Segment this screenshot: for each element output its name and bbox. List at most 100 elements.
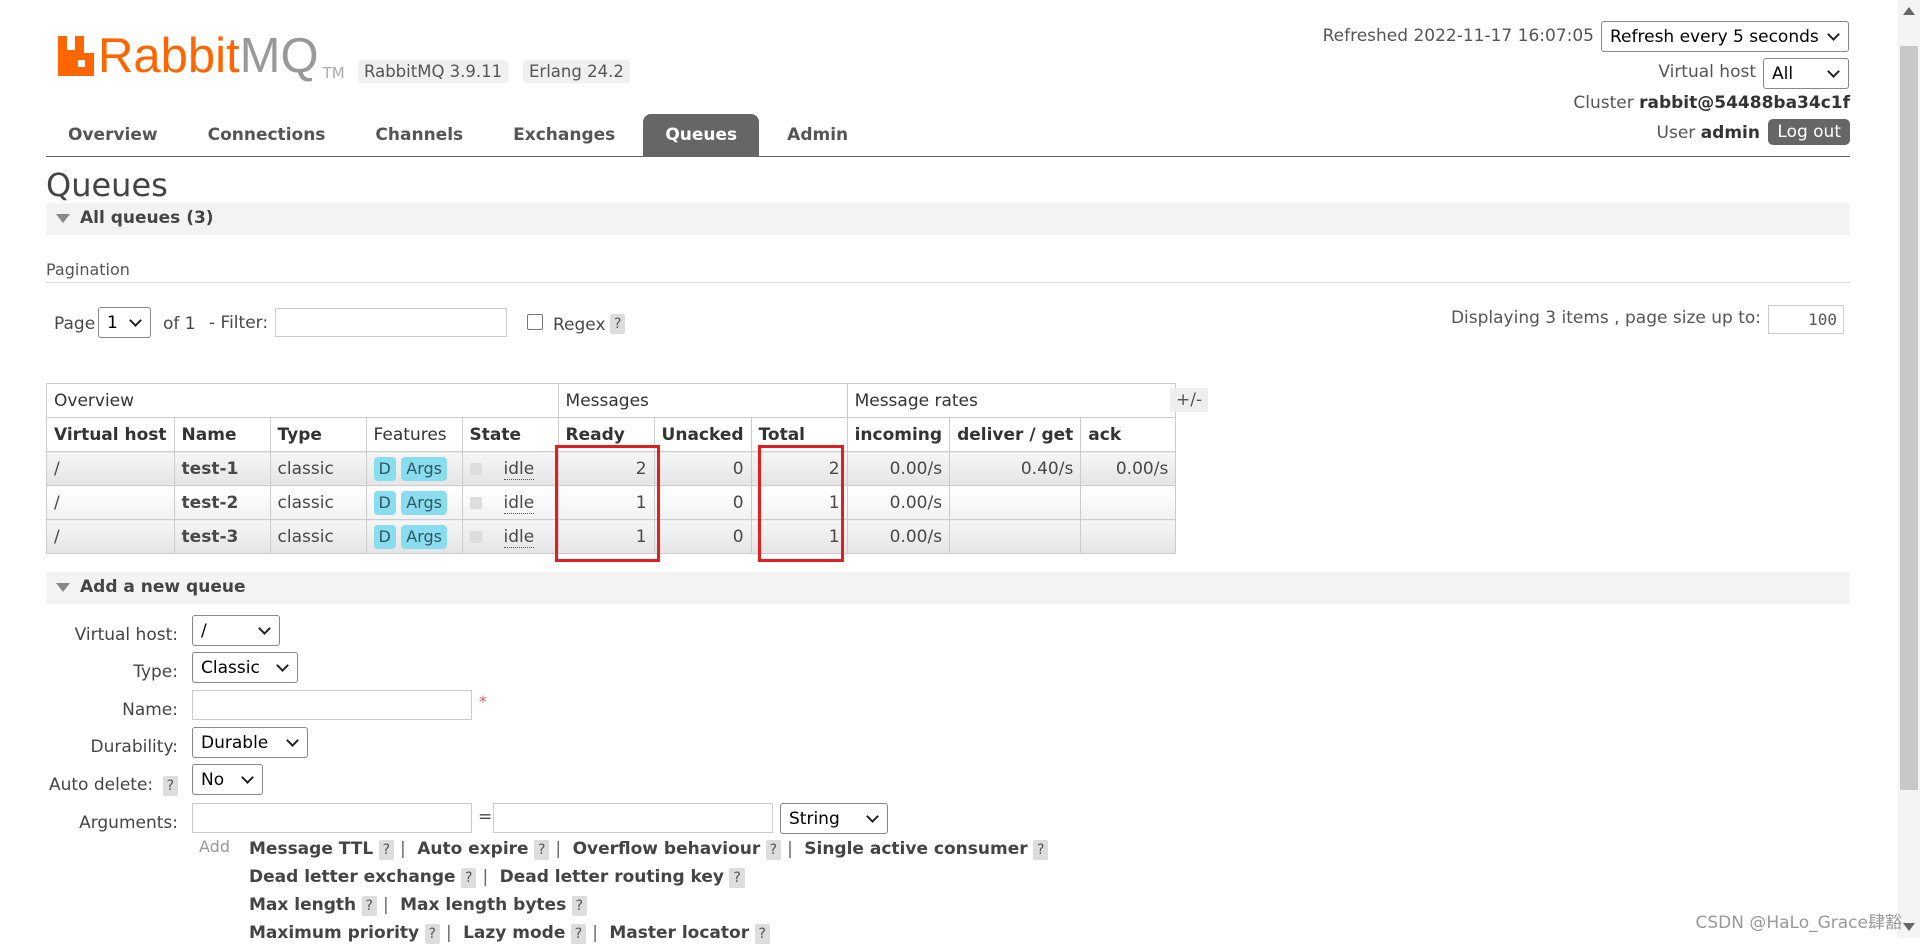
refresh-interval-select[interactable]: Refresh every 5 seconds [1601,21,1849,52]
feature-args-badge: Args [401,490,448,515]
cell-features: D Args [365,519,463,554]
refresh-interval-value: Refresh every 5 seconds [1610,27,1819,47]
page-title: Queues [46,166,168,204]
rabbitmq-logo[interactable]: Rabbit MQ TM [58,30,345,82]
page-scrollbar-thumb[interactable] [1900,46,1918,790]
arg-single-active-consumer-link[interactable]: Single active consumer [804,839,1027,859]
tab-overview[interactable]: Overview [46,114,180,156]
arg-master-locator-link[interactable]: Master locator [609,923,749,943]
auto-delete-help-icon[interactable]: ? [162,776,178,796]
arg-overflow-behaviour-link[interactable]: Overflow behaviour [573,839,761,859]
cell-type: classic [269,485,367,520]
argument-shortcuts-line-3: Max length ? | Max length bytes ? [249,895,588,916]
vhost-select[interactable]: / [192,615,280,646]
tab-channels[interactable]: Channels [353,114,485,156]
regex-checkbox[interactable] [527,314,543,330]
arg-dead-letter-routing-key-link[interactable]: Dead letter routing key [500,867,724,887]
cluster-name: rabbit@54488ba34c1f [1639,93,1850,113]
vhost-select-value: / [201,621,207,641]
add-queue-section-header[interactable]: Add a new queue [46,572,1850,604]
col-type[interactable]: Type [269,417,367,452]
tab-connections[interactable]: Connections [186,114,348,156]
arg-lazy-mode-link[interactable]: Lazy mode [463,923,565,943]
pagination-divider [46,282,1850,283]
help-icon[interactable]: ? [361,896,377,916]
regex-label: Regex [553,315,606,335]
queue-type-select[interactable]: Classic [192,652,298,683]
help-icon[interactable]: ? [533,840,550,860]
logo-tm-text: TM [322,64,345,82]
cell-deliver-get: 0.40/s [949,451,1082,486]
scroll-down-arrow-icon[interactable] [1902,922,1916,932]
durability-select[interactable]: Durable [192,727,308,758]
state-label: idle [503,458,535,480]
queue-name-link[interactable]: test-3 [173,519,271,554]
col-ack[interactable]: ack [1080,417,1177,452]
rabbitmq-version-badge: RabbitMQ 3.9.11 [358,60,509,83]
arg-message-ttl-link[interactable]: Message TTL [249,839,373,859]
auto-delete-field-label: Auto delete: ? [49,775,178,796]
type-field-label: Type: [133,662,178,682]
queue-name-input[interactable] [192,690,472,720]
virtual-host-select[interactable]: All [1763,58,1849,89]
user-label: User [1656,123,1696,143]
auto-delete-label-text: Auto delete: [48,775,154,795]
cell-state: idle [461,519,559,554]
cell-ack [1080,485,1177,520]
help-icon[interactable]: ? [765,840,782,860]
col-virtual-host[interactable]: Virtual host [46,417,175,452]
required-marker: * [479,692,487,711]
argument-type-select[interactable]: String [780,803,888,834]
tab-queues[interactable]: Queues [643,114,760,156]
feature-durable-badge: D [373,490,396,515]
cell-incoming: 0.00/s [846,519,951,554]
state-label: idle [503,526,535,548]
regex-help-icon[interactable]: ? [610,314,626,334]
col-unacked[interactable]: Unacked [653,417,752,452]
auto-delete-select[interactable]: No [192,764,263,795]
col-name[interactable]: Name [173,417,271,452]
tab-exchanges[interactable]: Exchanges [491,114,637,156]
group-messages-header: Messages [557,383,848,418]
arg-maximum-priority-link[interactable]: Maximum priority [249,923,419,943]
refreshed-timestamp: Refreshed 2022-11-17 16:07:05 [1322,26,1594,46]
help-icon[interactable]: ? [754,924,770,944]
col-state[interactable]: State [461,417,559,452]
arguments-field-label: Arguments: [79,813,178,833]
filter-input[interactable] [275,308,507,337]
page-select[interactable]: 1 [98,307,151,338]
toggle-columns-button[interactable]: +/- [1170,388,1209,412]
state-indicator-icon [469,530,482,543]
help-icon[interactable]: ? [1033,840,1049,860]
queue-name-link[interactable]: test-2 [173,485,271,520]
cell-vhost: / [46,485,175,520]
page-size-input[interactable]: 100 [1768,305,1844,334]
cell-ack: 0.00/s [1080,451,1177,486]
help-icon[interactable]: ? [424,924,440,944]
arg-max-length-bytes-link[interactable]: Max length bytes [400,895,566,915]
arg-dead-letter-exchange-link[interactable]: Dead letter exchange [249,867,456,887]
help-icon[interactable]: ? [378,840,395,860]
help-icon[interactable]: ? [461,868,477,888]
col-deliver-get[interactable]: deliver / get [949,417,1082,452]
scroll-up-arrow-icon[interactable] [1902,6,1916,16]
cell-vhost: / [46,451,175,486]
displaying-items-label: Displaying 3 items , page size up to: [1450,308,1761,328]
arg-auto-expire-link[interactable]: Auto expire [417,839,528,859]
help-icon[interactable]: ? [729,868,745,888]
argument-key-input[interactable] [192,803,472,833]
arg-max-length-link[interactable]: Max length [249,895,356,915]
separator: | [592,923,598,943]
argument-shortcuts-line-4: Maximum priority ? | Lazy mode ? | Master … [249,923,770,944]
logout-button[interactable]: Log out [1768,119,1850,145]
cell-type: classic [269,451,367,486]
help-icon[interactable]: ? [570,924,587,944]
group-overview-header: Overview [46,383,559,418]
col-incoming[interactable]: incoming [846,417,951,452]
queue-name-link[interactable]: test-1 [173,451,271,486]
argument-value-input[interactable] [493,803,773,833]
help-icon[interactable]: ? [571,896,588,916]
all-queues-section-header[interactable]: All queues (3) [46,203,1850,235]
tab-admin[interactable]: Admin [765,114,870,156]
collapse-triangle-icon [56,582,70,592]
